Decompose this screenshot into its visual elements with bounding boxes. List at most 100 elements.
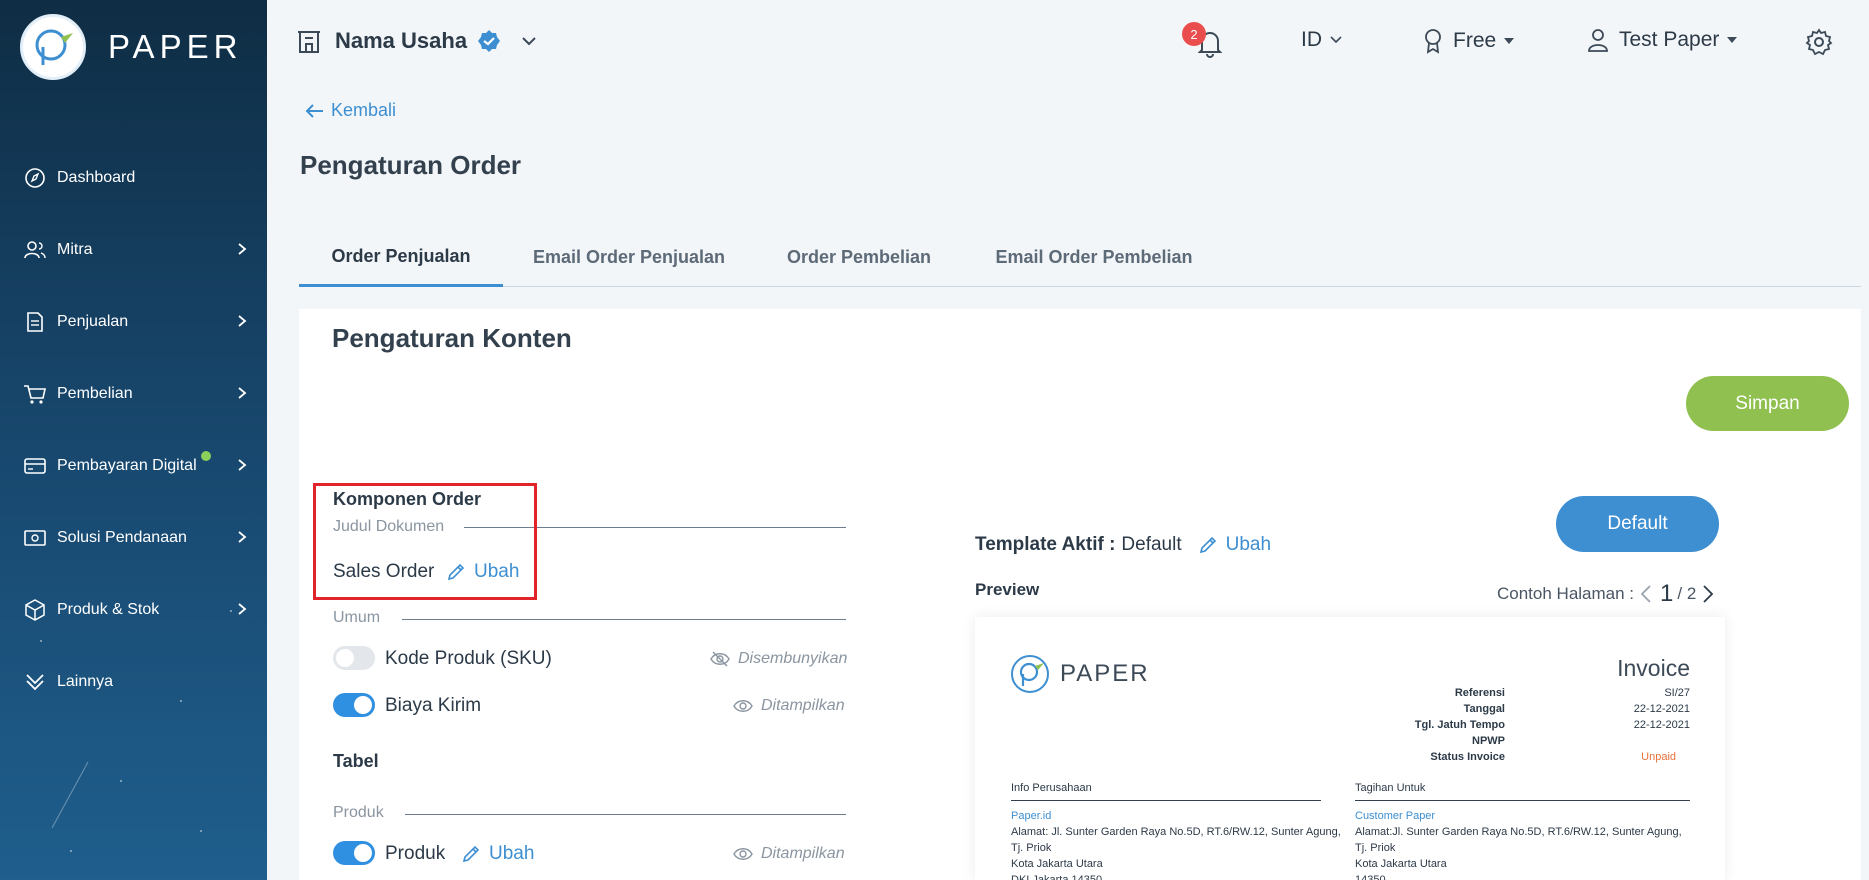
pager-label: Contoh Halaman : — [1497, 584, 1635, 603]
company-address-line: Alamat: Jl. Sunter Garden Raya No.5D, RT… — [1011, 826, 1341, 838]
kode-produk-status: Disembunyikan — [710, 650, 847, 668]
company-address-line: DKI Jakarta 14350 — [1011, 874, 1103, 880]
meta-value: SI/27 — [1664, 687, 1690, 699]
award-icon — [1425, 29, 1441, 54]
back-label: Kembali — [331, 100, 397, 120]
sidebar-item-penjualan[interactable]: Penjualan — [0, 286, 267, 358]
company-info-heading: Info Perusahaan — [1011, 782, 1092, 794]
sidebar-item-pembelian[interactable]: Pembelian — [0, 358, 267, 430]
double-chevron-down-icon — [22, 669, 48, 695]
invoice-title: Invoice — [1617, 655, 1690, 681]
meta-key: Referensi — [1454, 687, 1505, 699]
sidebar-decoration — [51, 761, 89, 829]
biaya-kirim-label: Biaya Kirim — [385, 695, 482, 716]
chevron-down-icon[interactable] — [521, 36, 537, 46]
tab-email-order-penjualan[interactable]: Email Order Penjualan — [519, 228, 739, 287]
cart-icon — [22, 381, 48, 407]
business-switcher[interactable]: Nama Usaha — [297, 28, 537, 54]
sidebar-item-label: Solusi Pendanaan — [57, 529, 187, 546]
chevron-right-icon — [238, 531, 247, 543]
sidebar-item-label: Produk & Stok — [57, 601, 160, 618]
notification-badge: 2 — [1182, 22, 1206, 46]
invoice-status-value: Unpaid — [1641, 751, 1676, 763]
edit-template-link[interactable]: Ubah — [1198, 534, 1271, 556]
sidebar-item-dashboard[interactable]: Dashboard — [0, 142, 267, 214]
status-label: Ditampilkan — [761, 845, 845, 862]
pencil-icon — [1199, 536, 1216, 554]
app-logo[interactable]: PAPER — [20, 14, 242, 80]
edit-label: Ubah — [489, 843, 535, 864]
tabel-heading: Tabel — [333, 751, 379, 771]
status-label: Disembunyikan — [738, 650, 848, 667]
language-label: ID — [1301, 28, 1322, 51]
notification-button[interactable]: 2 — [1182, 22, 1223, 58]
sidebar-item-lainnya[interactable]: Lainnya — [0, 646, 267, 718]
invoice-logo: PAPER — [1010, 654, 1150, 694]
tab-email-order-pembelian[interactable]: Email Order Pembelian — [989, 228, 1199, 287]
chevron-right-icon — [238, 459, 247, 471]
settings-button[interactable] — [1805, 28, 1833, 56]
plan-selector[interactable]: Free — [1423, 28, 1515, 54]
kode-produk-toggle[interactable] — [333, 646, 375, 670]
sidebar-nav: Dashboard Mitra Penjualan Pembelian Pemb… — [0, 142, 267, 718]
paper-logo-icon — [1011, 655, 1049, 693]
customer-address-line: Kota Jakarta Utara — [1355, 858, 1447, 870]
user-name: Test Paper — [1619, 28, 1720, 51]
meta-value: 22-12-2021 — [1633, 703, 1690, 715]
sidebar-item-pembayaran-digital[interactable]: Pembayaran Digital — [0, 430, 267, 502]
back-link[interactable]: Kembali — [305, 100, 396, 121]
produk-section-label: Produk — [333, 804, 384, 821]
meta-key: Tgl. Jatuh Tempo — [1414, 719, 1505, 731]
company-name: Paper.id — [1011, 810, 1052, 822]
meta-value: 22-12-2021 — [1633, 719, 1690, 731]
produk-toggle[interactable] — [333, 841, 375, 865]
tab-order-penjualan[interactable]: Order Penjualan — [299, 228, 503, 287]
chevron-right-icon[interactable] — [1702, 584, 1714, 604]
sidebar-item-label: Mitra — [57, 241, 93, 258]
sidebar-item-label: Penjualan — [57, 313, 129, 330]
box-icon — [22, 597, 48, 623]
sidebar-item-mitra[interactable]: Mitra — [0, 214, 267, 286]
company-address-line: Tj. Priok — [1011, 842, 1052, 854]
highlight-box — [313, 483, 537, 600]
chevron-left-icon[interactable] — [1640, 584, 1652, 604]
user-menu[interactable]: Test Paper — [1587, 28, 1738, 52]
kode-produk-label: Kode Produk (SKU) — [385, 648, 552, 669]
template-label: Template Aktif : — [975, 534, 1116, 555]
current-page: 1 — [1660, 580, 1674, 607]
sidebar-item-solusi-pendanaan[interactable]: Solusi Pendanaan — [0, 502, 267, 574]
biaya-kirim-status: Ditampilkan — [733, 697, 845, 715]
customer-name: Customer Paper — [1355, 810, 1436, 822]
sidebar-item-produk-stok[interactable]: Produk & Stok — [0, 574, 267, 646]
divider — [402, 619, 846, 620]
building-icon — [298, 31, 320, 53]
section-title: Pengaturan Konten — [332, 323, 572, 353]
customer-address-line: 14350 — [1355, 874, 1386, 880]
chevron-right-icon — [238, 315, 247, 327]
sidebar-decoration — [120, 780, 122, 782]
save-button[interactable]: Simpan — [1686, 376, 1849, 431]
biaya-kirim-toggle[interactable] — [333, 693, 375, 717]
default-template-button[interactable]: Default — [1556, 496, 1719, 552]
edit-produk-link[interactable]: Ubah — [461, 843, 534, 865]
meta-key: NPWP — [1472, 735, 1505, 747]
toggle-knob — [354, 844, 372, 862]
company-address-line: Kota Jakarta Utara — [1011, 858, 1103, 870]
toggle-knob — [354, 696, 372, 714]
language-selector[interactable]: ID — [1301, 28, 1342, 52]
sidebar-decoration — [200, 830, 202, 832]
logo-text: PAPER — [108, 28, 243, 65]
gear-icon — [1805, 28, 1833, 56]
card-icon — [22, 453, 48, 479]
toggle-knob — [336, 649, 354, 667]
chevron-right-icon — [238, 243, 247, 255]
customer-address-line: Alamat:Jl. Sunter Garden Raya No.5D, RT.… — [1355, 826, 1682, 838]
template-value: Default — [1121, 534, 1182, 555]
sidebar: PAPER Dashboard Mitra Penjualan Pembelia… — [0, 0, 267, 880]
paper-logo-icon — [20, 14, 86, 80]
umum-label: Umum — [333, 609, 381, 626]
invoice-meta-values: SI/27 22-12-2021 22-12-2021 Unpaid — [1575, 687, 1690, 767]
arrow-left-icon — [305, 103, 323, 118]
tab-order-pembelian[interactable]: Order Pembelian — [769, 228, 949, 287]
company-info: Paper.id Alamat: Jl. Sunter Garden Raya … — [1011, 808, 1341, 880]
